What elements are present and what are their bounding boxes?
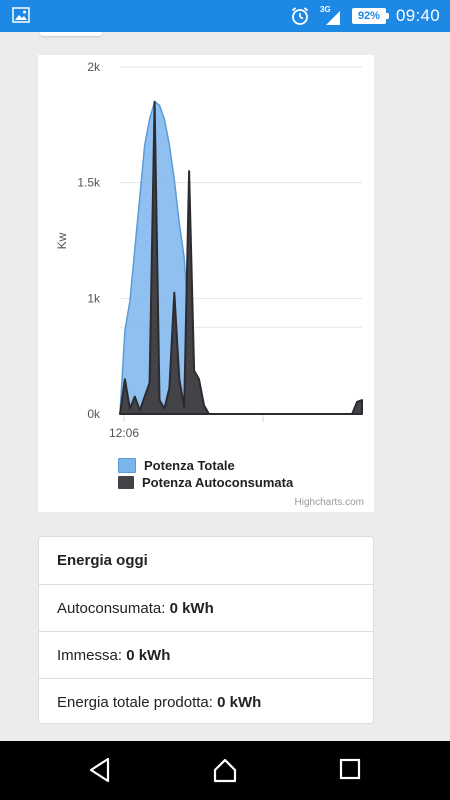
back-icon[interactable] [88, 757, 112, 783]
legend-label-autoconsumata: Potenza Autoconsumata [142, 475, 294, 490]
image-icon [12, 7, 30, 23]
energy-label: Autoconsumata: [57, 599, 166, 617]
y-tick-label: 2k [87, 60, 101, 74]
signal-icon: 3G [320, 5, 342, 27]
status-time: 09:40 [395, 6, 440, 25]
legend-swatch-autoconsumata [118, 476, 134, 489]
y-tick-label: 1k [87, 291, 101, 305]
recents-icon[interactable] [338, 757, 362, 781]
energy-value: 0 kWh [126, 646, 171, 664]
legend-item-totale[interactable]: Potenza Totale [118, 457, 293, 474]
y-tick-label: 1.5k [77, 176, 101, 190]
energy-header: Energia oggi [57, 552, 148, 569]
legend-label-totale: Potenza Totale [144, 458, 235, 473]
partial-tab[interactable] [40, 32, 102, 36]
status-bar: 3G 92% 09:40 [0, 0, 450, 32]
energy-label: Immessa: [57, 646, 123, 664]
legend-item-autoconsumata[interactable]: Potenza Autoconsumata [118, 474, 293, 491]
energy-row-totale: Energia totale prodotta: 0 kWh [39, 678, 373, 723]
x-tick-label: 12:06 [109, 426, 139, 440]
chart-card: 2k 1.5k 1k 0k 12:06 Kw Potenza Totale Potenza… [38, 55, 374, 512]
battery-icon: 92% [351, 8, 389, 24]
home-icon[interactable] [212, 757, 238, 783]
energy-row-immessa: Immessa: 0 kWh [39, 631, 373, 678]
energy-row-autoconsumata: Autoconsumata: 0 kWh [39, 584, 373, 631]
energy-label: Energia totale prodotta: [57, 693, 213, 711]
y-tick-label: 0k [87, 407, 101, 421]
power-chart: 2k 1.5k 1k 0k 12:06 Kw [55, 60, 363, 440]
energy-value: 0 kWh [169, 599, 214, 617]
alarm-icon [291, 7, 309, 25]
y-axis-label: Kw [55, 232, 69, 249]
energy-card: Energia oggi Autoconsumata: 0 kWh Immess… [38, 536, 374, 724]
legend-swatch-totale [118, 458, 136, 473]
battery-level: 92% [357, 10, 380, 22]
chart-legend: Potenza Totale Potenza Autoconsumata [118, 457, 293, 491]
series-area-autoconsumata [119, 100, 363, 415]
chart-credits[interactable]: Highcharts.com [295, 497, 364, 508]
energy-value: 0 kWh [217, 693, 262, 711]
navigation-bar [0, 741, 450, 800]
